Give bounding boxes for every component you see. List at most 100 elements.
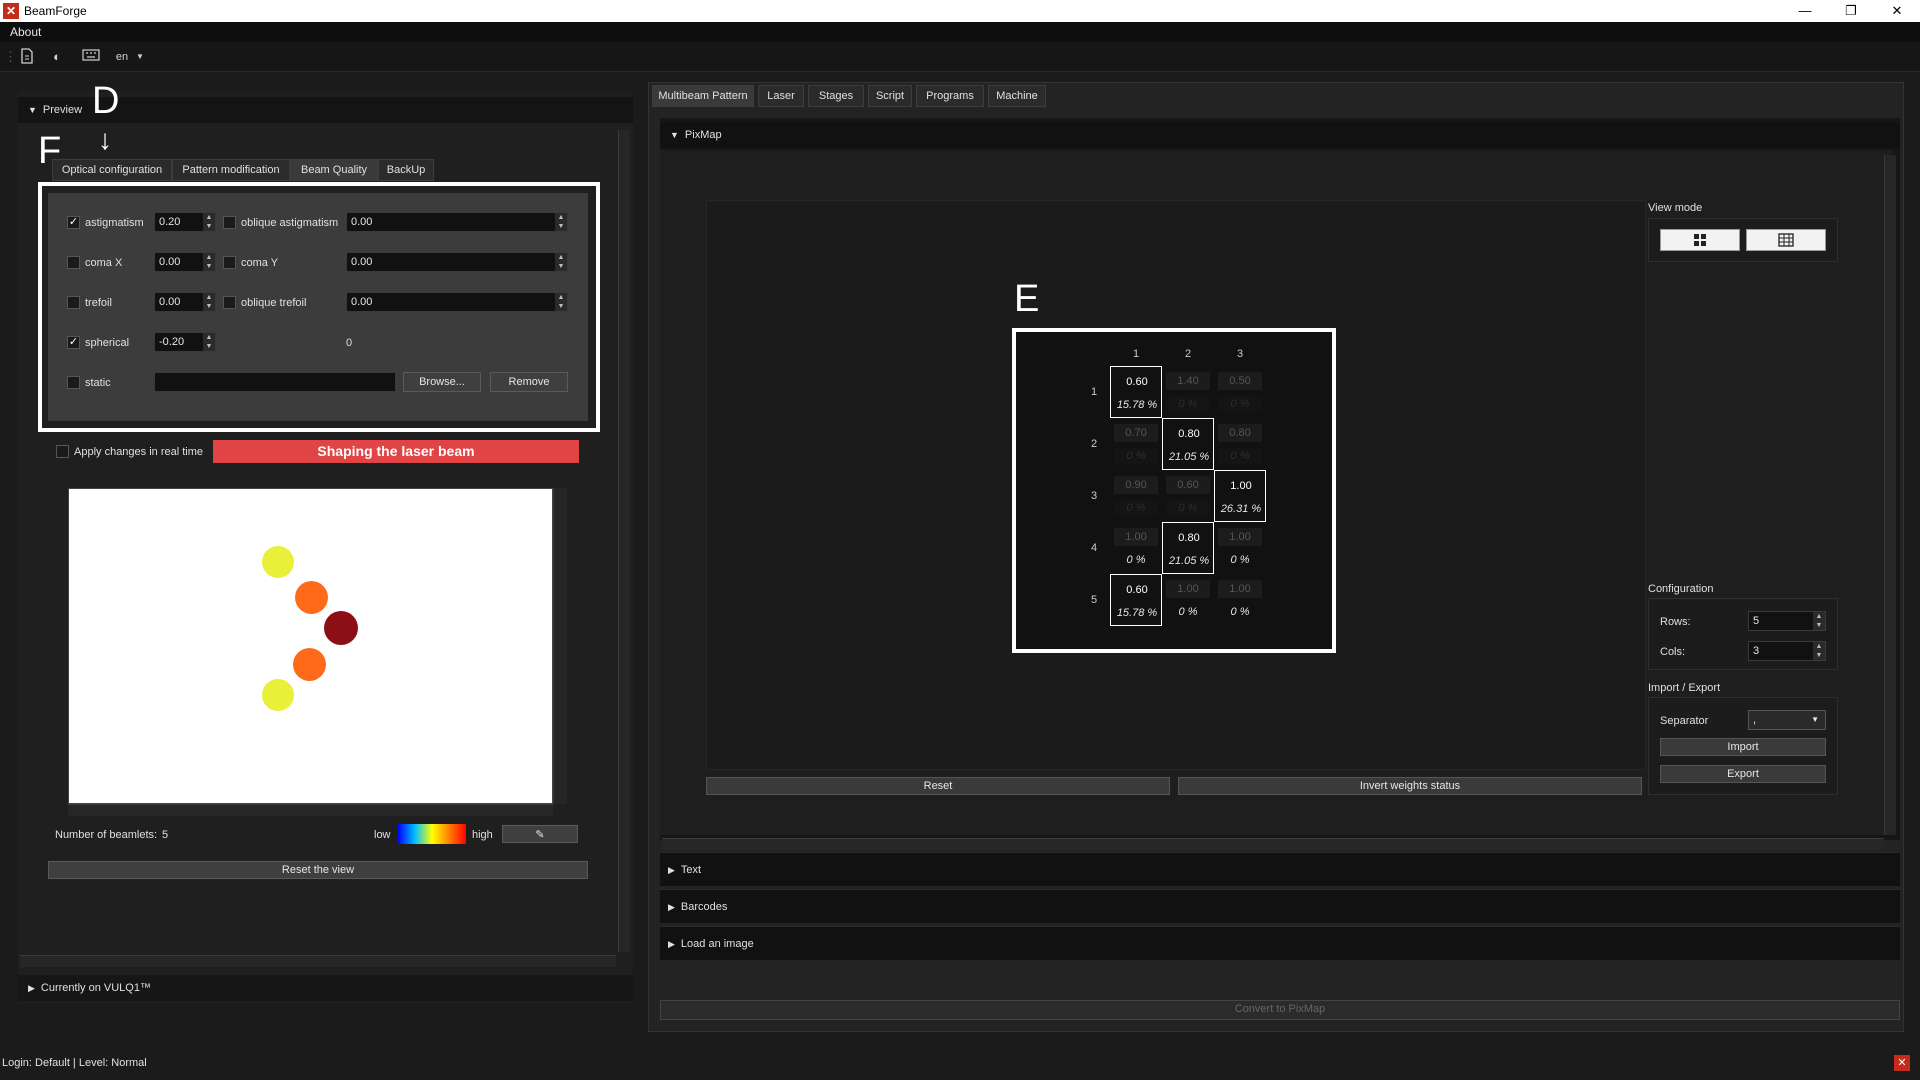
grid-cell[interactable]: 1.00 26.31 % [1214, 470, 1266, 522]
spin-arrows-icon[interactable]: ▲ ▼ [203, 213, 215, 231]
tab-pattern-modification[interactable]: Pattern modification [172, 159, 290, 181]
language-select[interactable]: en [112, 48, 132, 66]
view-mode-table-button[interactable] [1746, 229, 1826, 251]
restore-button[interactable]: ❐ [1828, 0, 1874, 22]
tab-backup[interactable]: BackUp [378, 159, 434, 181]
oblique-trefoil-spinbox[interactable]: 0.00 ▲ ▼ [346, 292, 568, 312]
tab-machine[interactable]: Machine [988, 85, 1046, 107]
cell-weight[interactable]: 0.80 [1218, 424, 1262, 442]
preview-horizontal-scrollbar[interactable] [68, 804, 553, 816]
coma-y-checkbox[interactable] [223, 256, 236, 269]
grid-cell[interactable]: 0.80 21.05 % [1162, 418, 1214, 470]
browse-button[interactable]: Browse... [403, 372, 481, 392]
spherical-spinbox[interactable]: -0.20 ▲ ▼ [154, 332, 216, 352]
view-mode-tiles-button[interactable] [1660, 229, 1740, 251]
spin-arrows-icon[interactable]: ▲ ▼ [203, 253, 215, 271]
grid-cell[interactable]: 0.60 0 % [1162, 470, 1214, 522]
cell-weight[interactable]: 1.00 [1218, 580, 1262, 598]
contrast-icon[interactable]: ◐ [48, 48, 66, 66]
shaping-laser-beam-button[interactable]: Shaping the laser beam [213, 440, 579, 463]
cell-weight[interactable]: 0.90 [1114, 476, 1158, 494]
trefoil-checkbox[interactable] [67, 296, 80, 309]
oblique-astigmatism-spinbox[interactable]: 0.00 ▲ ▼ [346, 212, 568, 232]
spin-arrows-icon[interactable]: ▲ ▼ [555, 213, 567, 231]
reset-button[interactable]: Reset [706, 777, 1170, 795]
keyboard-icon[interactable] [80, 48, 102, 66]
spin-arrows-icon[interactable]: ▲ ▼ [1813, 612, 1825, 630]
static-file-field[interactable] [154, 372, 396, 392]
cell-weight[interactable]: 0.60 [1115, 373, 1159, 391]
reset-view-button[interactable]: Reset the view [48, 861, 588, 879]
convert-to-pixmap-button[interactable]: Convert to PixMap [660, 1000, 1900, 1020]
tab-laser[interactable]: Laser [758, 85, 804, 107]
cell-weight[interactable]: 0.60 [1115, 581, 1159, 599]
spin-arrows-icon[interactable]: ▲ ▼ [555, 293, 567, 311]
cell-weight[interactable]: 0.80 [1167, 529, 1211, 547]
cell-weight[interactable]: 1.40 [1166, 372, 1210, 390]
trefoil-spinbox[interactable]: 0.00 ▲ ▼ [154, 292, 216, 312]
cell-weight[interactable]: 0.50 [1218, 372, 1262, 390]
error-icon[interactable]: ✕ [1894, 1055, 1910, 1071]
tab-multibeam-pattern[interactable]: Multibeam Pattern [652, 85, 754, 107]
grid-cell[interactable]: 0.70 0 % [1110, 418, 1162, 470]
grid-cell[interactable]: 0.60 15.78 % [1110, 574, 1162, 626]
minimize-button[interactable]: — [1782, 0, 1828, 22]
static-checkbox[interactable] [67, 376, 80, 389]
cell-weight[interactable]: 0.80 [1167, 425, 1211, 443]
beam-preview-canvas[interactable] [68, 488, 553, 804]
colormap-picker-button[interactable]: ✎ [502, 825, 578, 843]
spin-arrows-icon[interactable]: ▲ ▼ [203, 293, 215, 311]
pixmap-horizontal-scrollbar[interactable] [662, 838, 1884, 850]
oblique-astigmatism-checkbox[interactable] [223, 216, 236, 229]
pixmap-vertical-scrollbar[interactable] [1884, 155, 1896, 835]
tab-beam-quality[interactable]: Beam Quality [290, 159, 378, 181]
spherical-checkbox[interactable]: ✓ [67, 336, 80, 349]
grid-cell[interactable]: 0.80 21.05 % [1162, 522, 1214, 574]
coma-x-checkbox[interactable] [67, 256, 80, 269]
barcodes-section-header[interactable]: Barcodes [660, 889, 1900, 923]
chevron-down-icon[interactable]: ▼ [134, 48, 146, 66]
document-icon[interactable] [18, 48, 36, 66]
tab-script[interactable]: Script [868, 85, 912, 107]
preview-vertical-scrollbar[interactable] [553, 488, 567, 804]
coma-y-spinbox[interactable]: 0.00 ▲ ▼ [346, 252, 568, 272]
grid-cell[interactable]: 1.00 0 % [1214, 574, 1266, 626]
grid-cell[interactable]: 1.40 0 % [1162, 366, 1214, 418]
menu-about[interactable]: About [10, 25, 41, 39]
cell-weight[interactable]: 1.00 [1166, 580, 1210, 598]
cell-weight[interactable]: 0.60 [1166, 476, 1210, 494]
export-button[interactable]: Export [1660, 765, 1826, 783]
grid-cell[interactable]: 0.50 0 % [1214, 366, 1266, 418]
grid-cell[interactable]: 0.90 0 % [1110, 470, 1162, 522]
left-panel-horizontal-scrollbar[interactable] [20, 955, 616, 967]
tab-programs[interactable]: Programs [916, 85, 984, 107]
text-section-header[interactable]: Text [660, 852, 1900, 886]
tab-stages[interactable]: Stages [808, 85, 864, 107]
cell-weight[interactable]: 1.00 [1219, 477, 1263, 495]
oblique-trefoil-checkbox[interactable] [223, 296, 236, 309]
import-button[interactable]: Import [1660, 738, 1826, 756]
grid-cell[interactable]: 0.80 0 % [1214, 418, 1266, 470]
remove-button[interactable]: Remove [490, 372, 568, 392]
separator-select[interactable]: , ▼ [1748, 710, 1826, 730]
left-panel-vertical-scrollbar[interactable] [618, 130, 630, 952]
cell-weight[interactable]: 1.00 [1218, 528, 1262, 546]
close-button[interactable]: ✕ [1874, 0, 1920, 22]
grid-cell[interactable]: 1.00 0 % [1110, 522, 1162, 574]
astigmatism-checkbox[interactable]: ✓ [67, 216, 80, 229]
tab-optical-configuration[interactable]: Optical configuration [52, 159, 172, 181]
grid-cell[interactable]: 0.60 15.78 % [1110, 366, 1162, 418]
spin-arrows-icon[interactable]: ▲ ▼ [555, 253, 567, 271]
spin-arrows-icon[interactable]: ▲ ▼ [203, 333, 215, 351]
astigmatism-spinbox[interactable]: 0.20 ▲ ▼ [154, 212, 216, 232]
cell-weight[interactable]: 1.00 [1114, 528, 1158, 546]
grid-cell[interactable]: 1.00 0 % [1214, 522, 1266, 574]
rows-spinbox[interactable]: 5 ▲ ▼ [1748, 611, 1826, 631]
cols-spinbox[interactable]: 3 ▲ ▼ [1748, 641, 1826, 661]
apply-realtime-checkbox[interactable] [56, 445, 69, 458]
grid-cell[interactable]: 1.00 0 % [1162, 574, 1214, 626]
currently-on-section-header[interactable]: Currently on VULQ1™ [18, 975, 633, 1001]
pixmap-section-header[interactable]: PixMap [660, 122, 1900, 148]
spin-arrows-icon[interactable]: ▲ ▼ [1813, 642, 1825, 660]
load-image-section-header[interactable]: Load an image [660, 926, 1900, 960]
